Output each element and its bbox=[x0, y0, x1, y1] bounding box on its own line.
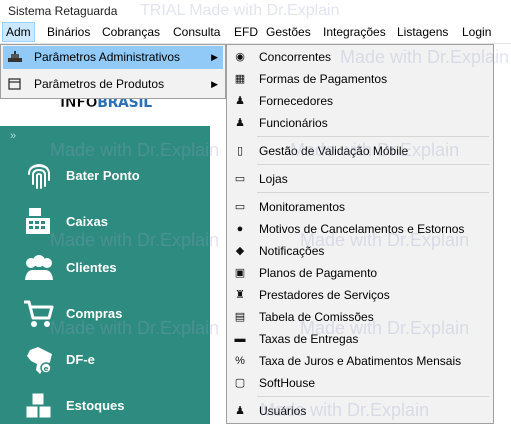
menu-separator bbox=[257, 396, 489, 397]
menu-consulta[interactable]: Consulta bbox=[170, 22, 223, 42]
menu-separator bbox=[257, 164, 489, 165]
pay-plan-icon: ▣ bbox=[234, 267, 246, 279]
brazil-map-icon: e bbox=[27, 347, 52, 374]
adm-submenu: Parâmetros Administrativos ▶ Parâmetros … bbox=[0, 44, 226, 99]
user-icon: ♟ bbox=[235, 405, 245, 417]
delivery-icon: ▬ bbox=[234, 333, 246, 345]
sidebar-item-label: Estoques bbox=[66, 398, 125, 413]
window-title: Sistema Retaguarda bbox=[8, 4, 118, 18]
sidebar-item-label: Caixas bbox=[66, 214, 108, 229]
sidebar-item-clientes[interactable]: Clientes bbox=[0, 248, 210, 288]
bell-icon: ◆ bbox=[235, 245, 245, 257]
parameters-icon bbox=[8, 51, 22, 62]
menu-item-label: Funcionários bbox=[259, 116, 328, 130]
submenu-item-parametros-administrativos[interactable]: Parâmetros Administrativos ▶ bbox=[3, 46, 223, 69]
watermark: TRIAL Made with Dr.Explain bbox=[140, 2, 340, 19]
watermark: Made with Dr.Explain bbox=[260, 400, 430, 420]
softhouse-icon: ▢ bbox=[234, 377, 246, 389]
menu-integracoes[interactable]: Integrações bbox=[320, 22, 389, 42]
supplier-icon: ♟ bbox=[235, 95, 245, 107]
cancel-icon: ● bbox=[236, 223, 244, 235]
menu-cobrancas[interactable]: Cobranças bbox=[99, 22, 163, 42]
menu-gestoes[interactable]: Gestões bbox=[263, 22, 314, 42]
collapse-icon[interactable]: » bbox=[10, 130, 16, 142]
menu-item-fornecedores[interactable]: ♟ Fornecedores bbox=[229, 90, 491, 112]
menu-item-label: SoftHouse bbox=[259, 376, 316, 390]
sidebar: » Bater Ponto Caixas Clientes Compras e … bbox=[0, 126, 210, 424]
boxes-icon bbox=[25, 392, 52, 419]
target-icon: ◉ bbox=[235, 51, 245, 63]
menu-item-label: Fornecedores bbox=[259, 94, 334, 108]
svg-text:e: e bbox=[44, 365, 49, 373]
watermark: Made with Dr.Explain bbox=[300, 318, 470, 338]
watermark: Made with Dr.Explain bbox=[50, 230, 220, 250]
watermark: Made with Dr.Explain bbox=[340, 47, 510, 67]
person-icon: ♟ bbox=[235, 117, 245, 129]
sidebar-item-label: Bater Ponto bbox=[66, 168, 140, 183]
menu-item-label: Taxa de Juros e Abatimentos Mensais bbox=[259, 354, 462, 368]
store-icon: ▭ bbox=[234, 173, 246, 185]
menu-login[interactable]: Login bbox=[459, 22, 494, 42]
menu-item-formas-pagamentos[interactable]: ▦ Formas de Pagamentos bbox=[229, 68, 491, 90]
menu-item-label: Monitoramentos bbox=[259, 200, 346, 214]
menu-binarios[interactable]: Binários bbox=[44, 22, 93, 42]
users-icon bbox=[25, 255, 53, 280]
sidebar-item-estoques[interactable]: Estoques bbox=[0, 386, 210, 426]
sidebar-item-label: DF-e bbox=[66, 352, 95, 367]
submenu-arrow-icon: ▶ bbox=[211, 79, 218, 89]
menu-item-label: Formas de Pagamentos bbox=[259, 72, 388, 86]
submenu-item-label: Parâmetros de Produtos bbox=[34, 77, 165, 91]
menu-efd[interactable]: EFD bbox=[231, 22, 261, 42]
product-icon bbox=[8, 78, 21, 90]
submenu-item-parametros-produtos[interactable]: Parâmetros de Produtos ▶ bbox=[3, 73, 223, 96]
submenu-arrow-icon: ▶ bbox=[211, 52, 218, 62]
menu-item-prestadores-servicos[interactable]: ♜ Prestadores de Serviços bbox=[229, 284, 491, 306]
menu-item-label: Planos de Pagamento bbox=[259, 266, 378, 280]
monitor-icon: ▭ bbox=[234, 201, 246, 213]
sidebar-item-dfe[interactable]: e DF-e bbox=[0, 340, 210, 380]
fingerprint-icon bbox=[28, 164, 50, 189]
menu-item-funcionarios[interactable]: ♟ Funcionários bbox=[229, 112, 491, 134]
menu-item-softhouse[interactable]: ▢ SoftHouse bbox=[229, 372, 491, 394]
submenu-item-label: Parâmetros Administrativos bbox=[34, 50, 181, 64]
sidebar-item-bater-ponto[interactable]: Bater Ponto bbox=[0, 156, 210, 196]
watermark: Made with Dr.Explain bbox=[300, 230, 470, 250]
menu-item-monitoramentos[interactable]: ▭ Monitoramentos bbox=[229, 196, 491, 218]
menu-item-planos-pagamento[interactable]: ▣ Planos de Pagamento bbox=[229, 262, 491, 284]
table-icon: ▤ bbox=[234, 311, 246, 323]
menu-separator bbox=[257, 192, 489, 193]
mobile-icon: ▯ bbox=[236, 145, 244, 157]
service-provider-icon: ♜ bbox=[235, 289, 245, 301]
payment-icon: ▦ bbox=[234, 73, 246, 85]
menu-item-label: Lojas bbox=[259, 172, 288, 186]
sidebar-item-label: Clientes bbox=[66, 260, 117, 275]
menu-item-lojas[interactable]: ▭ Lojas bbox=[229, 168, 491, 190]
watermark: Made with Dr.Explain bbox=[50, 318, 220, 338]
menu-item-taxa-juros[interactable]: % Taxa de Juros e Abatimentos Mensais bbox=[229, 350, 491, 372]
watermark: Made with Dr.Explain bbox=[50, 140, 220, 160]
percent-icon: % bbox=[235, 355, 245, 367]
menu-listagens[interactable]: Listagens bbox=[394, 22, 451, 42]
menu-item-label: Concorrentes bbox=[259, 50, 332, 64]
menu-item-label: Prestadores de Serviços bbox=[259, 288, 390, 302]
watermark: Made with Dr.Explain bbox=[290, 140, 460, 160]
menu-adm[interactable]: Adm bbox=[2, 22, 35, 42]
menu-separator bbox=[257, 136, 489, 137]
menu-bar: Adm Binários Cobranças Consulta EFD Gest… bbox=[0, 22, 511, 44]
